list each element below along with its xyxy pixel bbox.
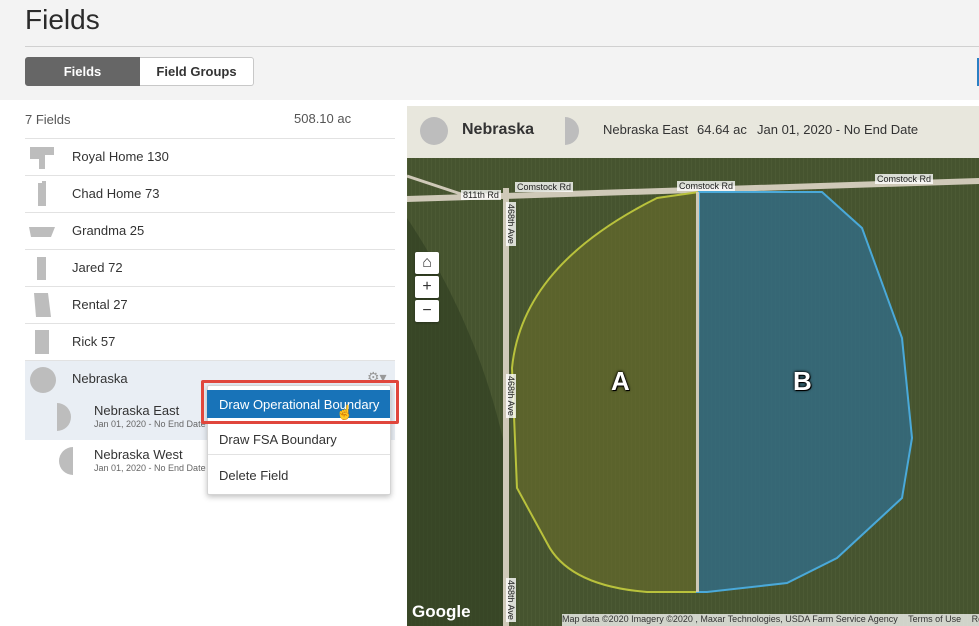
- map-field-title: Nebraska: [462, 121, 535, 138]
- page-header: Fields Fields Field Groups: [0, 0, 979, 100]
- menu-divider: [208, 454, 390, 455]
- tab-field-groups[interactable]: Field Groups: [140, 57, 254, 86]
- field-list: Royal Home 130 Chad Home 73 Grandma 25 J…: [25, 138, 395, 397]
- field-name: Rental 27: [72, 297, 128, 312]
- half-circle-icon: [565, 117, 579, 145]
- map-subfield-name: Nebraska East: [603, 122, 689, 137]
- road-label: 811th Rd: [461, 190, 501, 200]
- field-row-royal-home-130[interactable]: Royal Home 130: [25, 138, 395, 175]
- road-label: Comstock Rd: [875, 174, 934, 184]
- map-header: Nebraska Nebraska East 64.64 ac Jan 01, …: [407, 106, 979, 158]
- total-area: 508.10 ac: [294, 111, 352, 126]
- tab-bar: Fields Field Groups: [25, 57, 254, 86]
- field-row-grandma-25[interactable]: Grandma 25: [25, 212, 395, 249]
- page-title: Fields: [25, 4, 100, 35]
- subfield-name: Nebraska East: [94, 403, 180, 418]
- field-row-jared-72[interactable]: Jared 72: [25, 249, 395, 286]
- center-divider: [696, 192, 699, 592]
- list-header: 7 Fields 508.10 ac: [25, 110, 395, 138]
- field-name: Chad Home 73: [72, 186, 160, 201]
- road-label: 468th Ave: [506, 202, 516, 246]
- field-shape-icon: [35, 330, 49, 354]
- map-attribution: Map data ©2020 Imagery ©2020 , Maxar Tec…: [562, 614, 979, 626]
- label-b: B: [793, 366, 812, 396]
- field-name: Nebraska: [72, 371, 128, 386]
- field-count: 7 Fields: [25, 112, 71, 127]
- road-label: Comstock Rd: [515, 182, 574, 192]
- map-subfield-acres: 64.64 ac: [697, 122, 747, 137]
- subfield-name: Nebraska West: [94, 447, 183, 462]
- field-shape-icon: [38, 181, 46, 206]
- terms-link[interactable]: Terms of Use: [908, 614, 961, 624]
- field-row-chad-home-73[interactable]: Chad Home 73: [25, 175, 395, 212]
- half-circle-icon: [57, 403, 71, 431]
- field-shape-icon: [30, 147, 54, 169]
- field-circle-icon: [420, 117, 448, 145]
- hand-cursor-icon: ☝: [336, 404, 354, 420]
- road-label: 468th Ave: [506, 578, 516, 622]
- menu-draw-fsa-boundary[interactable]: Draw FSA Boundary: [208, 426, 390, 454]
- attribution-text: Map data ©2020 Imagery ©2020 , Maxar Tec…: [562, 614, 898, 624]
- subfield-date: Jan 01, 2020 - No End Date: [94, 419, 206, 429]
- google-logo: Google: [412, 602, 471, 621]
- report-link[interactable]: Re: [972, 614, 979, 624]
- field-name: Grandma 25: [72, 223, 145, 238]
- field-name: Rick 57: [72, 334, 116, 349]
- field-row-rental-27[interactable]: Rental 27: [25, 286, 395, 323]
- tab-fields[interactable]: Fields: [25, 57, 140, 86]
- field-shape-icon: [30, 367, 56, 393]
- field-row-rick-57[interactable]: Rick 57: [25, 323, 395, 360]
- field-shape-icon: [29, 227, 55, 237]
- field-shape-icon: [34, 293, 51, 317]
- label-a: A: [611, 366, 630, 396]
- road-label: Comstock Rd: [677, 181, 736, 191]
- home-icon[interactable]: ⌂: [415, 252, 439, 274]
- field-name: Jared 72: [72, 260, 123, 275]
- field-list-panel: 7 Fields 508.10 ac Royal Home 130 Chad H…: [0, 100, 407, 626]
- map-view[interactable]: Nebraska Nebraska East 64.64 ac Jan 01, …: [407, 106, 979, 626]
- half-circle-icon: [59, 447, 73, 475]
- menu-delete-field[interactable]: Delete Field: [208, 462, 390, 490]
- satellite-imagery: [407, 158, 979, 626]
- field-shape-icon: [37, 257, 46, 280]
- subfield-date: Jan 01, 2020 - No End Date: [94, 463, 206, 473]
- road-label: 468th Ave: [506, 374, 516, 418]
- zoom-in-button[interactable]: +: [415, 276, 439, 298]
- menu-draw-operational-boundary[interactable]: Draw Operational Boundary: [207, 390, 390, 418]
- field-name: Royal Home 130: [72, 149, 169, 164]
- divider: [25, 46, 979, 47]
- zoom-out-button[interactable]: −: [415, 300, 439, 322]
- map-subfield-date: Jan 01, 2020 - No End Date: [757, 122, 919, 137]
